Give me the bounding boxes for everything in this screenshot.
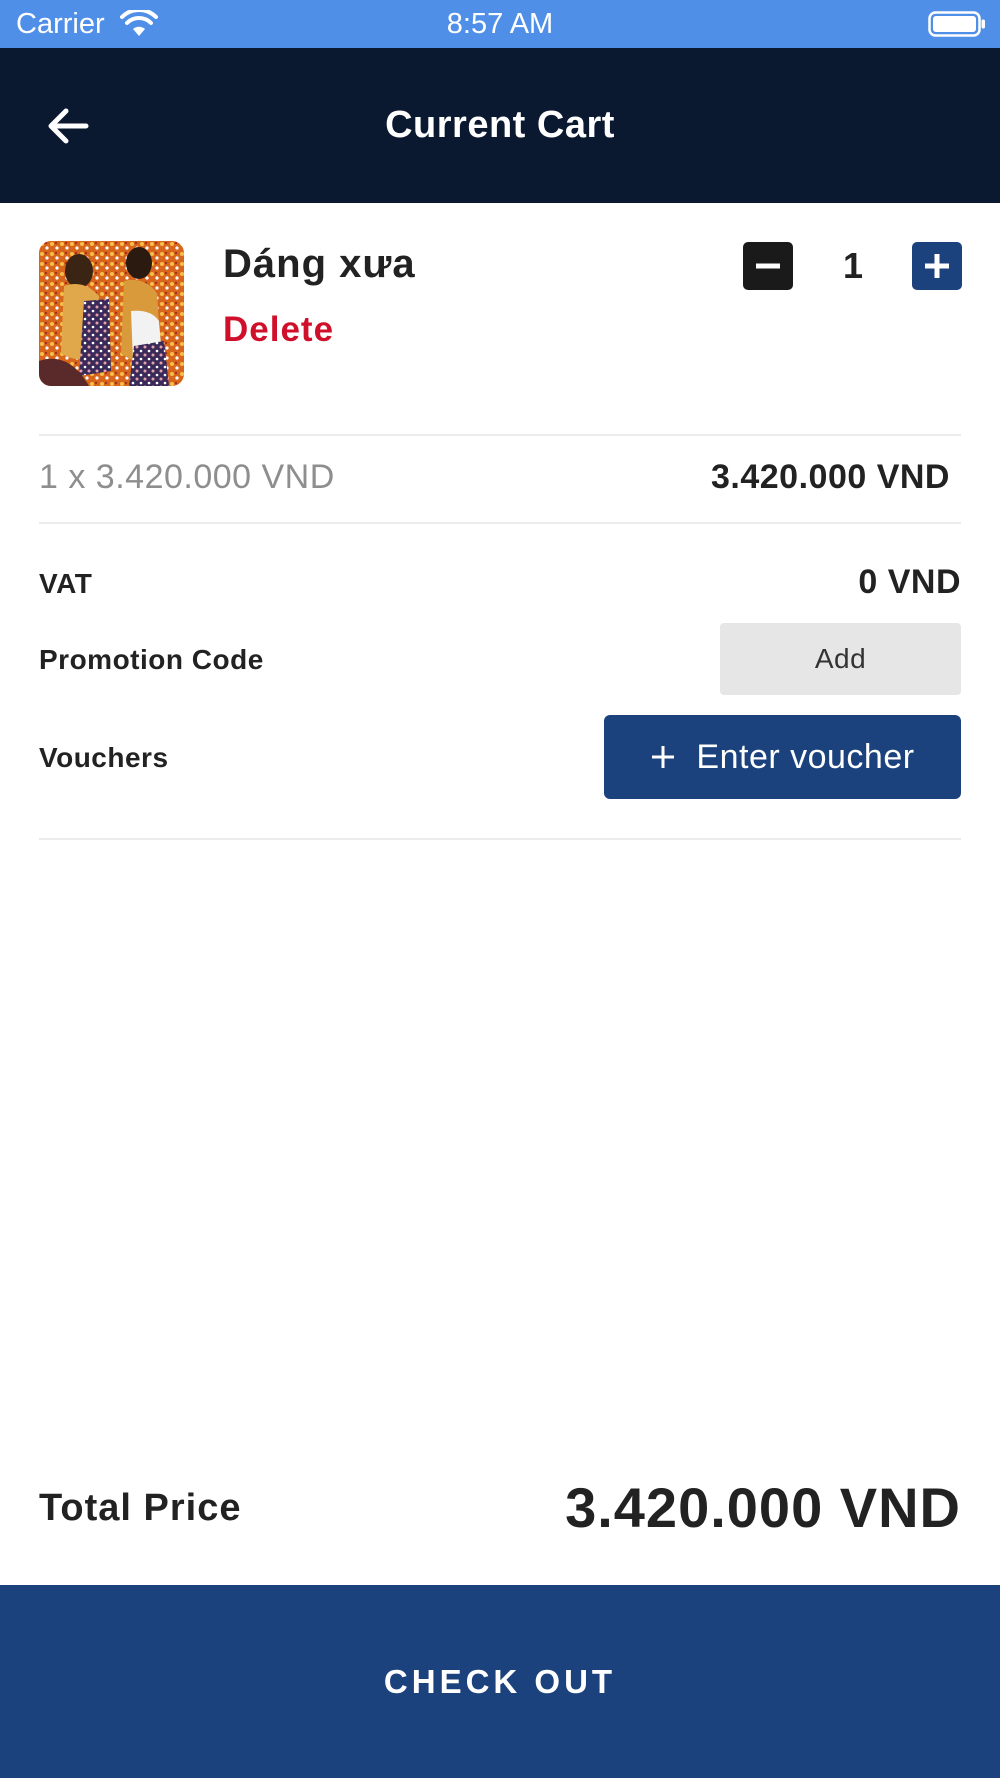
quantity-value: 1 [842, 245, 864, 286]
total-price-value: 3.420.000 VND [565, 1476, 961, 1539]
enter-voucher-button[interactable]: Enter voucher [604, 715, 961, 799]
delete-button[interactable]: Delete [223, 310, 334, 350]
add-promotion-button[interactable]: Add [720, 623, 961, 695]
minus-icon [756, 263, 780, 269]
vat-value: 0 VND [858, 563, 961, 601]
unit-price-calculation: 1 x 3.420.000 VND [39, 458, 335, 496]
battery-full-icon [928, 11, 985, 37]
divider [39, 838, 961, 840]
vouchers-label: Vouchers [39, 742, 169, 773]
line-total: 3.420.000 VND [711, 458, 950, 496]
plus-icon [652, 746, 675, 768]
app-header: Current Cart [0, 48, 1000, 203]
enter-voucher-label: Enter voucher [696, 737, 915, 776]
checkout-label: CHECK OUT [383, 1662, 617, 1700]
increase-quantity-button[interactable] [912, 242, 962, 290]
checkout-button[interactable]: CHECK OUT [0, 1585, 1000, 1778]
arrow-left-icon [48, 108, 89, 144]
product-thumbnail[interactable] [39, 241, 184, 386]
page-title: Current Cart [385, 104, 615, 146]
vat-label: VAT [39, 568, 93, 599]
painting-thumbnail [39, 241, 184, 386]
plus-icon [925, 254, 949, 278]
divider [39, 434, 961, 436]
decrease-quantity-button[interactable] [743, 242, 793, 290]
add-promotion-label: Add [814, 643, 867, 674]
divider [39, 522, 961, 524]
product-name: Dáng xưa [223, 242, 416, 286]
status-bar: Carrier 8:57 AM [0, 0, 1000, 48]
back-button[interactable] [38, 96, 98, 156]
promotion-code-label: Promotion Code [39, 644, 264, 675]
total-price-label: Total Price [39, 1487, 242, 1529]
status-time: 8:57 AM [446, 8, 554, 40]
